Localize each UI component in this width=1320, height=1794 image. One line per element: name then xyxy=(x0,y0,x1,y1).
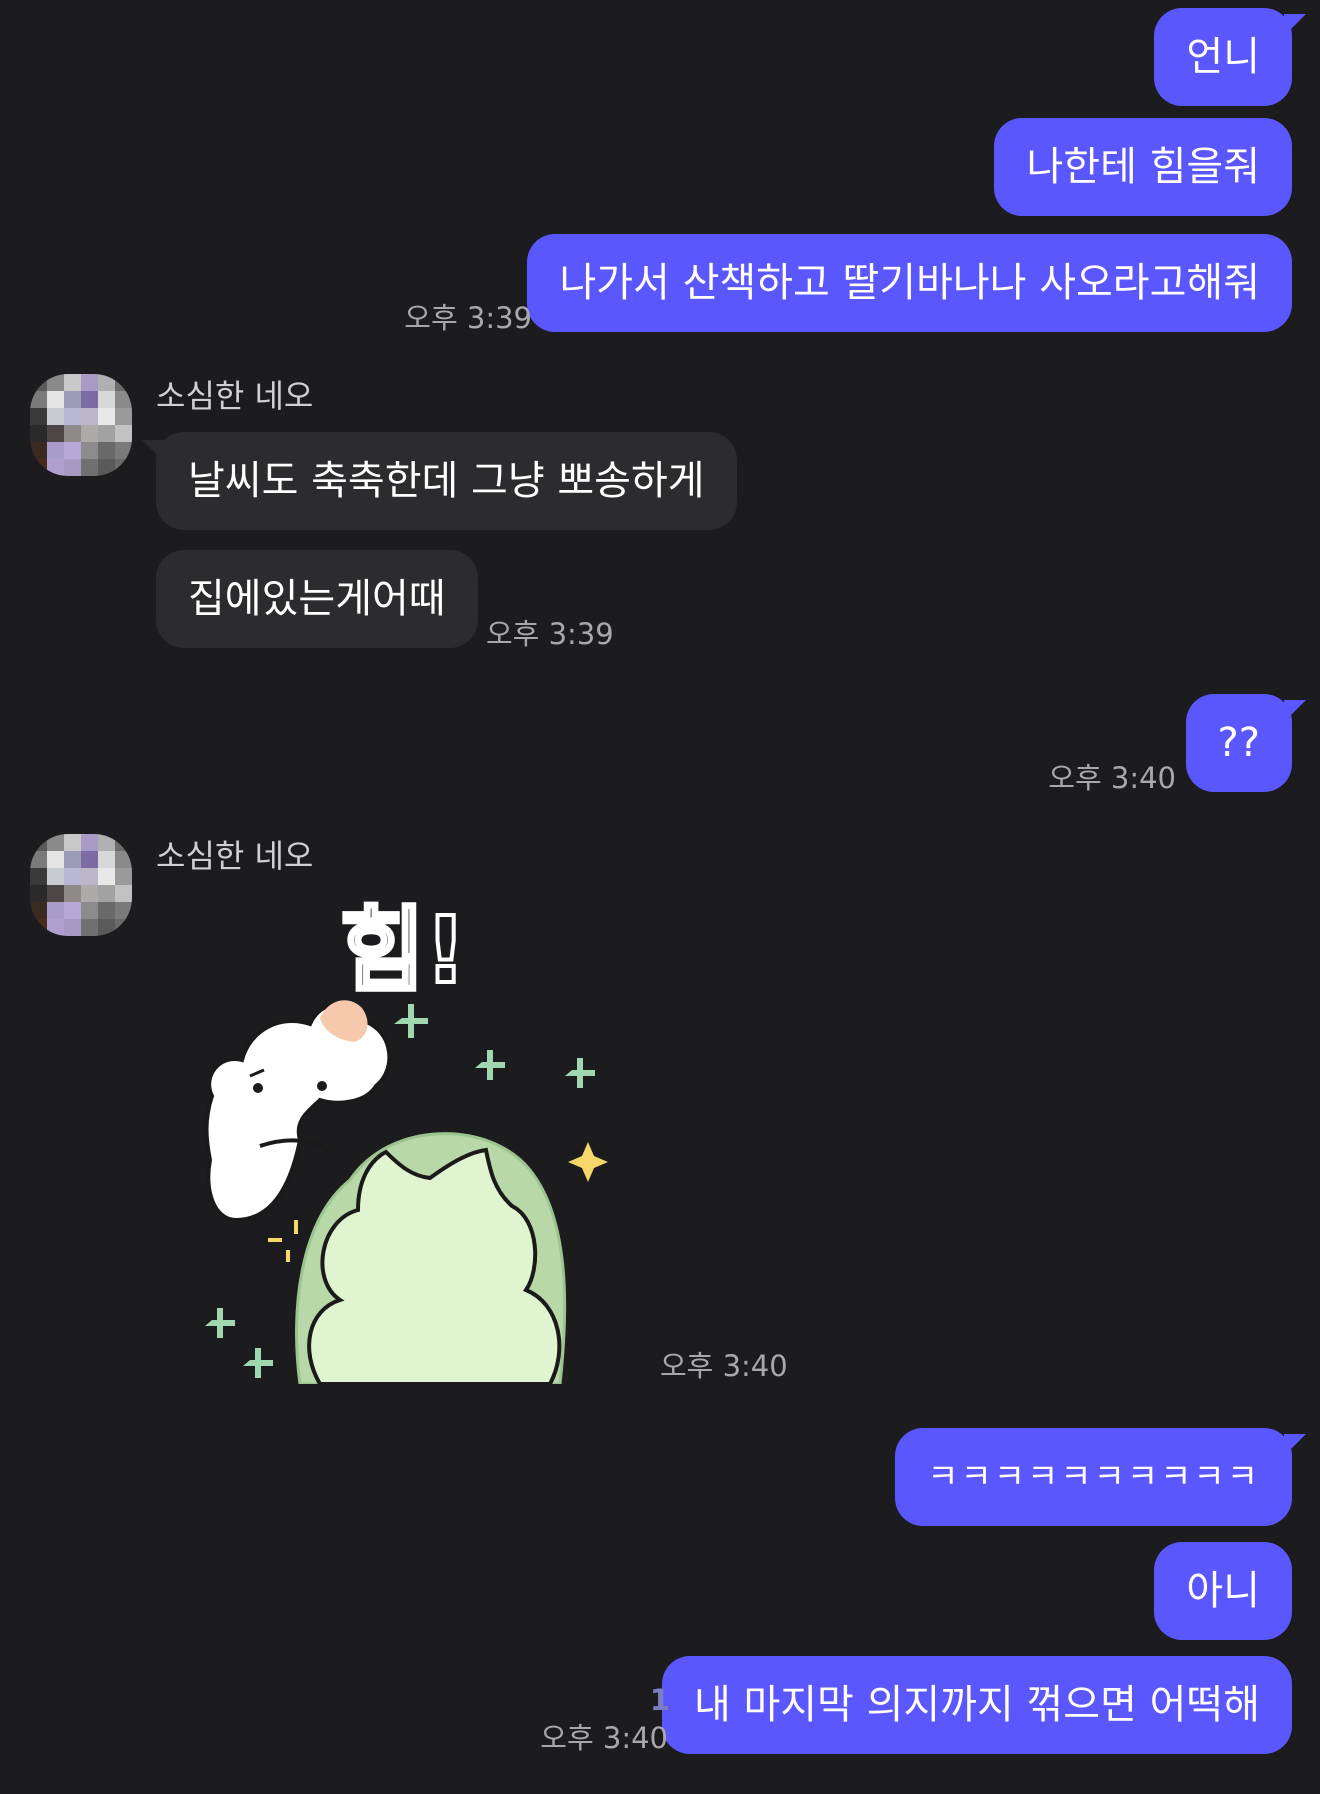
cat-sticker-icon[interactable]: 힘! xyxy=(190,890,650,1386)
bubble-tail xyxy=(1284,14,1306,36)
outgoing-message[interactable]: 아니 xyxy=(1154,1542,1292,1640)
outgoing-message[interactable]: ?? xyxy=(1185,694,1292,792)
outgoing-message[interactable]: 내 마지막 의지까지 꺾으면 어떡해 xyxy=(661,1656,1292,1754)
sticker-text: 힘! xyxy=(340,897,467,1004)
message-timestamp: 오후 3:39 xyxy=(486,617,614,651)
message-timestamp: 오후 3:39 xyxy=(404,301,532,335)
outgoing-message[interactable]: 나가서 산책하고 딸기바나나 사오라고해줘 xyxy=(527,234,1292,332)
bubble-tail xyxy=(1284,700,1306,722)
outgoing-message[interactable]: 나한테 힘을줘 xyxy=(994,118,1292,216)
avatar[interactable] xyxy=(30,834,132,936)
message-timestamp: 오후 3:40 xyxy=(540,1721,668,1755)
bubble-tail xyxy=(1284,1434,1306,1456)
outgoing-message[interactable]: ㅋㅋㅋㅋㅋㅋㅋㅋㅋㅋ xyxy=(895,1428,1292,1526)
unread-count: 1 xyxy=(649,1683,670,1717)
bubble-tail xyxy=(142,440,164,462)
message-timestamp: 오후 3:40 xyxy=(660,1349,788,1383)
incoming-message[interactable]: 집에있는게어때 xyxy=(156,550,478,648)
sender-name: 소심한 네오 xyxy=(156,377,314,415)
sender-name: 소심한 네오 xyxy=(156,837,314,875)
outgoing-message[interactable]: 언니 xyxy=(1154,8,1292,106)
message-timestamp: 오후 3:40 xyxy=(1048,761,1176,795)
incoming-message[interactable]: 날씨도 축축한데 그냥 뽀송하게 xyxy=(156,432,737,530)
avatar[interactable] xyxy=(30,374,132,476)
